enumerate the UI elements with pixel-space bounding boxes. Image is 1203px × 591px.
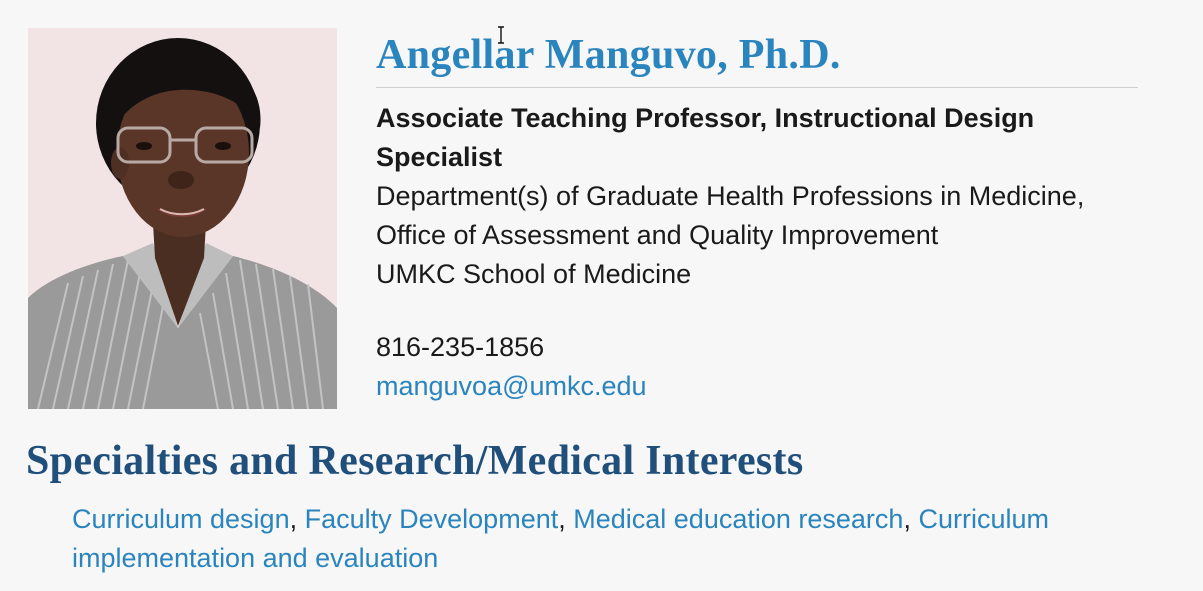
school-name: UMKC School of Medicine: [376, 259, 692, 289]
specialty-link-medical-education-research[interactable]: Medical education research: [573, 504, 903, 534]
department-line-2: Office of Assessment and Quality Improve…: [376, 220, 939, 250]
profile-title: Associate Teaching Professor, Instructio…: [376, 103, 1035, 172]
email-link[interactable]: manguvoa@umkc.edu: [376, 367, 647, 406]
divider: [376, 87, 1138, 88]
profile-name: Angellar Manguvo, Ph.D.: [376, 32, 841, 78]
specialty-link-curriculum-design[interactable]: Curriculum design: [72, 504, 290, 534]
separator: ,: [903, 504, 919, 534]
profile-info: Angellar Manguvo, Ph.D. Associate Teachi…: [376, 22, 1176, 406]
department-line-1: Department(s) of Graduate Health Profess…: [376, 181, 1085, 211]
phone-number: 816-235-1856: [376, 332, 545, 362]
separator: ,: [558, 504, 574, 534]
faculty-profile-page: Angellar Manguvo, Ph.D. Associate Teachi…: [0, 0, 1203, 591]
specialties-list: Curriculum design, Faculty Development, …: [72, 500, 1172, 578]
text-cursor-icon: [498, 26, 504, 44]
separator: ,: [289, 504, 305, 534]
profile-photo: [28, 28, 337, 409]
specialty-link-faculty-development[interactable]: Faculty Development: [305, 504, 559, 534]
specialties-heading: Specialties and Research/Medical Interes…: [26, 438, 804, 484]
